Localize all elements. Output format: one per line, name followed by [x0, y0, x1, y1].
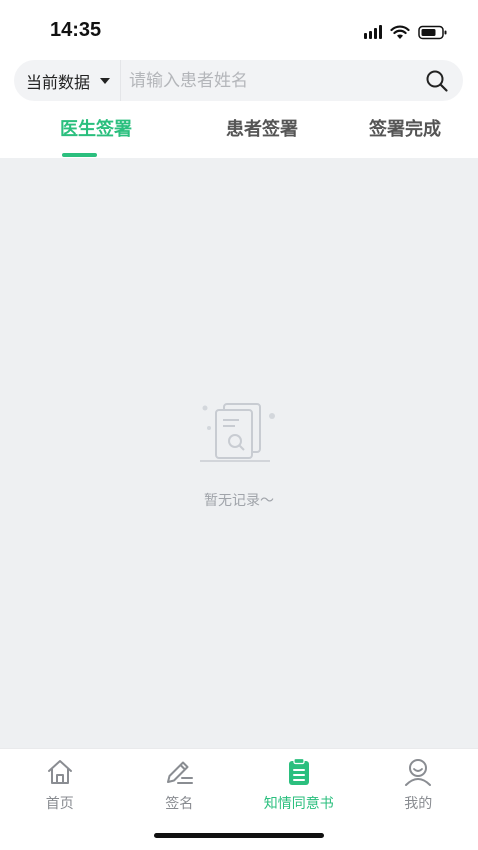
bottom-navigation: 首页 签名 知情同意书 我的: [0, 748, 478, 850]
profile-icon: [402, 757, 434, 787]
patient-name-search-input[interactable]: [121, 60, 417, 101]
empty-document-icon: [197, 402, 281, 472]
nav-label: 知情同意书: [263, 796, 334, 812]
data-filter-label: 当前数据: [26, 72, 91, 92]
tab-doctor-sign[interactable]: 医生签署: [0, 108, 192, 158]
home-icon: [44, 757, 76, 787]
cellular-signal-icon: [364, 25, 382, 39]
wifi-icon: [390, 25, 410, 40]
status-time: 14:35: [50, 19, 102, 41]
record-list-area: 暂无记录～: [0, 158, 478, 748]
data-filter-dropdown[interactable]: 当前数据: [14, 60, 122, 101]
active-tab-indicator: [62, 153, 97, 157]
tab-patient-sign[interactable]: 患者签署: [192, 108, 332, 158]
clipboard-icon: [283, 757, 315, 787]
battery-icon: [418, 25, 448, 40]
sign-status-tabs: 医生签署 患者签署 签署完成: [0, 108, 478, 158]
caret-down-icon: [100, 77, 111, 84]
status-icons: [364, 22, 448, 42]
empty-state: 暂无记录～: [0, 402, 478, 510]
status-bar: 14:35: [0, 0, 478, 58]
home-indicator: [154, 833, 324, 838]
search-icon[interactable]: [417, 61, 457, 101]
tab-sign-complete[interactable]: 签署完成: [332, 108, 478, 158]
tab-label: 签署完成: [369, 119, 441, 140]
nav-item-home[interactable]: 首页: [0, 749, 120, 819]
tab-label: 医生签署: [60, 119, 132, 140]
search-bar: 当前数据: [14, 60, 463, 101]
nav-label: 我的: [404, 796, 433, 812]
nav-label: 首页: [45, 796, 74, 812]
nav-item-consent-form[interactable]: 知情同意书: [239, 749, 359, 819]
pen-icon: [163, 757, 195, 787]
tab-label: 患者签署: [226, 119, 298, 140]
nav-item-signature[interactable]: 签名: [120, 749, 240, 819]
empty-state-text: 暂无记录～: [204, 493, 274, 509]
nav-label: 签名: [165, 796, 194, 812]
nav-item-profile[interactable]: 我的: [359, 749, 478, 819]
